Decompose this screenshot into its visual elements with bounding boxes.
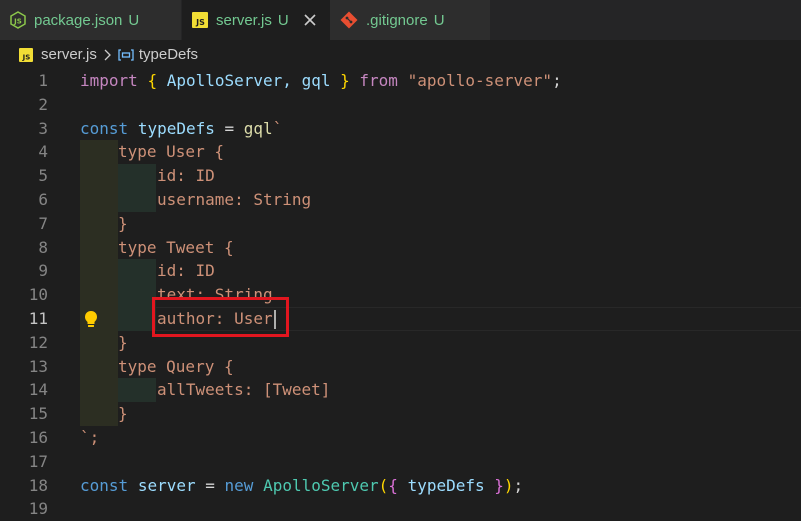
code-text: import { ApolloServer, gql } from "apoll… xyxy=(80,71,562,90)
line-number: 1 xyxy=(38,71,48,90)
untracked-badge: U xyxy=(277,11,289,29)
code-line: 15 } xyxy=(0,402,801,426)
line-number: 18 xyxy=(28,475,48,495)
breadcrumb-symbol[interactable]: typeDefs xyxy=(117,46,198,63)
highlight-annotation-box xyxy=(152,297,289,337)
close-icon[interactable] xyxy=(301,11,319,29)
code-editor[interactable]: 1 import { ApolloServer, gql } from "apo… xyxy=(0,69,801,518)
line-number: 13 xyxy=(28,356,48,376)
chevron-right-icon xyxy=(103,49,111,61)
code-text: } xyxy=(118,404,128,424)
line-number: 19 xyxy=(28,499,48,519)
code-line: 16 `; xyxy=(0,426,801,450)
line-number: 4 xyxy=(38,142,48,162)
editor-tab-bar: JS package.json U JS server.js U .gitign… xyxy=(0,0,801,40)
line-number: 5 xyxy=(38,166,48,186)
code-text: username: String xyxy=(157,190,312,209)
breadcrumb: JS server.js typeDefs xyxy=(0,40,801,69)
code-line: 3 const typeDefs = gql` xyxy=(0,117,801,141)
untracked-badge: U xyxy=(433,11,445,29)
line-number: 15 xyxy=(28,404,48,424)
js-icon: JS xyxy=(192,12,208,28)
code-line: 6 username: String xyxy=(0,188,801,212)
line-number: 17 xyxy=(28,451,48,471)
line-number: 11 xyxy=(28,309,48,328)
code-text: `; xyxy=(80,428,100,447)
tab-gitignore[interactable]: .gitignore U xyxy=(330,0,491,40)
code-line: 5 id: ID xyxy=(0,164,801,188)
line-number: 10 xyxy=(28,285,48,305)
svg-text:JS: JS xyxy=(22,53,31,61)
tab-label: server.js xyxy=(216,11,272,29)
code-line: 14 allTweets: [Tweet] xyxy=(0,378,801,403)
lightbulb-icon[interactable] xyxy=(82,309,100,329)
code-line: 18 const server = new ApolloServer({ typ… xyxy=(0,474,801,498)
line-number: 3 xyxy=(38,118,48,138)
svg-text:JS: JS xyxy=(195,18,205,27)
js-icon: JS xyxy=(19,47,33,62)
line-number: 14 xyxy=(28,380,48,400)
code-text: const server = new ApolloServer({ typeDe… xyxy=(80,475,524,495)
untracked-badge: U xyxy=(128,11,140,29)
code-text: type Tweet { xyxy=(118,237,234,257)
breadcrumb-symbol-label: typeDefs xyxy=(138,46,199,63)
code-text: const typeDefs = gql` xyxy=(80,118,283,138)
code-line: 13 type Query { xyxy=(0,354,801,379)
node-js-icon: JS xyxy=(10,11,26,29)
tab-label: package.json xyxy=(34,11,123,29)
code-text: allTweets: [Tweet] xyxy=(157,380,331,400)
code-text: id: ID xyxy=(157,166,215,186)
breadcrumb-file-label: server.js xyxy=(41,46,97,63)
code-line: 17 xyxy=(0,450,801,474)
tab-label: .gitignore xyxy=(366,11,428,29)
breadcrumb-file[interactable]: JS server.js xyxy=(19,46,97,63)
code-line: 4 type User { xyxy=(0,140,801,165)
code-line: 8 type Tweet { xyxy=(0,235,801,260)
line-number: 16 xyxy=(28,428,48,447)
line-number: 12 xyxy=(28,332,48,352)
code-line: 2 xyxy=(0,93,801,117)
code-line: 7 } xyxy=(0,211,801,236)
code-text: type Query { xyxy=(118,356,234,376)
code-text: type User { xyxy=(118,142,224,162)
line-number: 8 xyxy=(38,237,48,257)
variable-symbol-icon xyxy=(117,48,135,62)
tab-server-js[interactable]: JS server.js U xyxy=(182,0,330,40)
line-number: 2 xyxy=(38,94,48,114)
code-line: 19 xyxy=(0,497,801,521)
line-number: 6 xyxy=(38,190,48,209)
code-line: 9 id: ID xyxy=(0,259,801,284)
code-line: 10 text: String xyxy=(0,283,801,307)
line-number: 9 xyxy=(38,261,48,281)
code-line: 12 } xyxy=(0,330,801,355)
svg-text:JS: JS xyxy=(13,18,22,26)
git-icon xyxy=(340,11,358,29)
line-number: 7 xyxy=(38,213,48,233)
code-line-current: 11 author: User xyxy=(0,307,801,331)
code-line: 1 import { ApolloServer, gql } from "apo… xyxy=(0,69,801,93)
code-text: } xyxy=(118,213,128,233)
code-text: id: ID xyxy=(157,261,215,281)
code-text: } xyxy=(118,332,128,352)
tab-package-json[interactable]: JS package.json U xyxy=(0,0,182,40)
